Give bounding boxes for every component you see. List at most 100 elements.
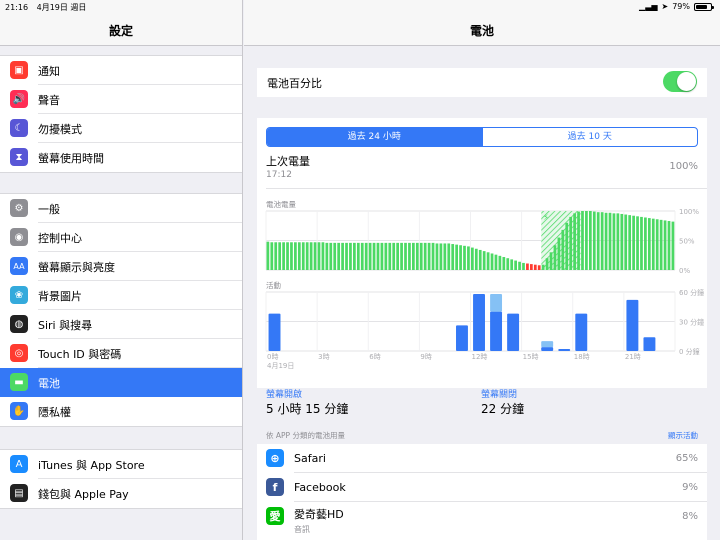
sidebar-item[interactable]: ⧗ 螢幕使用時間 (0, 143, 242, 172)
activity-bar-screen-off (490, 293, 503, 312)
sidebar-item[interactable]: AA 螢幕顯示與亮度 (0, 252, 242, 281)
battery-bar (624, 214, 628, 270)
activity-bar-screen-on (626, 299, 639, 351)
sidebar-item[interactable]: ⚙ 一般 (0, 194, 242, 223)
battery-bar (282, 242, 285, 270)
show-activity-button[interactable]: 顯示活動 (668, 430, 698, 441)
moon-icon: ☾ (10, 119, 28, 137)
battery-bar (498, 255, 502, 270)
battery-bar (396, 242, 400, 270)
battery-panel: 電池 電池百分比 過去 24 小時 過去 10 天 上次電量 17:12 100… (244, 0, 720, 540)
sidebar: 設定 ▣ 通知 🔊 聲音 ☾ 勿擾模式 ⧗ 螢幕使用時間 ⚙ 一般 ◉ 控制中心 AA 螢幕顯示與亮度 ❀ 背… (0, 0, 243, 540)
app-battery-percent: 65% (675, 453, 698, 464)
sidebar-item[interactable]: ❀ 背景圖片 (0, 281, 242, 310)
activity-x-tick: 3時 (318, 353, 329, 361)
battery-bar (573, 213, 576, 270)
sidebar-item[interactable]: ▤ 錢包與 Apple Pay (0, 479, 242, 508)
activity-y-tick: 0 分鐘 (679, 347, 700, 356)
activity-y-tick: 30 分鐘 (679, 318, 704, 327)
battery-bar (561, 229, 565, 270)
battery-bar (400, 242, 403, 270)
battery-bar (278, 242, 282, 270)
battery-icon (694, 2, 714, 11)
battery-bar (286, 242, 289, 270)
battery-fill (696, 4, 708, 9)
sidebar-item-label: 螢幕使用時間 (38, 151, 104, 165)
fingerprint-icon: ◎ (10, 344, 28, 362)
sidebar-item[interactable]: ▬ 電池 (0, 368, 242, 397)
battery-bar (439, 243, 443, 270)
activity-x-tick: 18時 (574, 353, 590, 361)
control-center-icon: ◉ (10, 228, 28, 246)
battery-bar (620, 213, 624, 270)
sidebar-item-label: 聲音 (38, 93, 60, 107)
battery-bar (435, 243, 439, 270)
battery-bar (671, 221, 675, 270)
battery-bar (569, 216, 573, 270)
sidebar-item-label: 螢幕顯示與亮度 (38, 260, 115, 274)
battery-icon: ▬ (10, 373, 28, 391)
battery-bar (596, 212, 600, 270)
battery-bar (490, 253, 494, 270)
sidebar-item-label: 錢包與 Apple Pay (38, 487, 129, 501)
battery-percentage-row: 電池百分比 (257, 68, 707, 97)
usage-by-app-header: 依 APP 分類的電池用量 顯示活動 (257, 430, 707, 442)
battery-bar (341, 242, 344, 270)
battery-bar (514, 260, 517, 270)
sidebar-item[interactable]: ✋ 隱私權 (0, 397, 242, 426)
battery-bar (663, 220, 667, 270)
activity-bar-screen-on (643, 337, 656, 351)
sidebar-item[interactable]: ◍ Siri 與搜尋 (0, 310, 242, 339)
battery-bar (537, 265, 541, 270)
sidebar-item-label: 電池 (38, 376, 60, 390)
battery-percentage-toggle[interactable] (663, 71, 697, 92)
battery-charts: 100% 50% 0% ⚡ 60 分鐘 30 分鐘 0 分鐘 0時 3時 6時 9時 12時 15時 18… (265, 208, 704, 370)
battery-bar (632, 215, 635, 270)
battery-bar (486, 252, 490, 270)
battery-bar (659, 219, 663, 270)
battery-bar (482, 251, 486, 270)
screen-off-label: 螢幕關閉 (481, 390, 518, 400)
battery-bar (329, 242, 333, 270)
battery-y-tick: 50% (679, 238, 695, 246)
battery-bar (545, 258, 549, 270)
battery-bar (388, 242, 392, 270)
siri-icon: ◍ (10, 315, 28, 333)
toggle-knob (677, 72, 696, 91)
battery-bar (404, 242, 407, 270)
battery-bar (408, 242, 411, 270)
charging-bolt-icon: ⚡ (543, 213, 549, 222)
app-usage-row[interactable]: ⊕ Safari 65% (257, 444, 707, 473)
sidebar-item[interactable]: AiTunes 與 App Store (0, 450, 242, 479)
sidebar-item[interactable]: ◎ Touch ID 與密碼 (0, 339, 242, 368)
app-subtitle: 音訊 (294, 525, 310, 534)
battery-bar (360, 242, 364, 270)
battery-bar (636, 216, 639, 270)
battery-bar (376, 242, 380, 270)
location-icon: ➤ (661, 2, 669, 11)
sidebar-item[interactable]: ▣ 通知 (0, 56, 242, 85)
activity-bar-screen-on (456, 325, 468, 351)
battery-bar (474, 248, 478, 270)
screen-on-value: 5 小時 15 分鐘 (266, 402, 349, 416)
app-usage-row[interactable]: 愛愛奇藝HD 音訊 8% (257, 502, 707, 534)
app-battery-percent: 9% (682, 482, 698, 493)
sidebar-item[interactable]: 🔊 聲音 (0, 85, 242, 114)
activity-x-tick: 12時 (472, 353, 488, 361)
battery-bar (443, 243, 447, 270)
sidebar-item[interactable]: ◉ 控制中心 (0, 223, 242, 252)
battery-bar (549, 252, 553, 270)
battery-bar (467, 246, 470, 270)
app-store-icon: A (10, 455, 28, 473)
battery-bar (640, 216, 643, 270)
battery-bar (423, 242, 427, 270)
app-battery-percent: 8% (682, 511, 698, 522)
activity-bar-screen-on (558, 349, 571, 351)
sidebar-item[interactable]: ☾ 勿擾模式 (0, 114, 242, 143)
battery-bar (463, 245, 466, 270)
activity-bar-screen-off (541, 341, 554, 348)
activity-bar-screen-on (473, 293, 485, 351)
app-usage-row[interactable]: f Facebook 9% (257, 473, 707, 502)
sidebar-group: ▣ 通知 🔊 聲音 ☾ 勿擾模式 ⧗ 螢幕使用時間 (0, 55, 242, 173)
battery-y-tick: 0% (679, 267, 690, 275)
